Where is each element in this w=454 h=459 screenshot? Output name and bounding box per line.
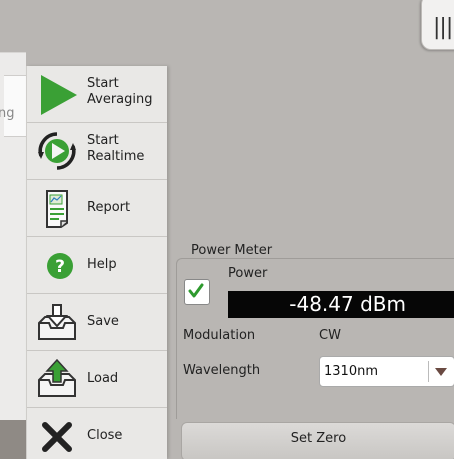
checkmark-icon bbox=[188, 283, 204, 298]
bars-icon: ||| bbox=[433, 15, 453, 40]
background-partial-text: ng bbox=[0, 106, 15, 121]
save-icon bbox=[38, 304, 76, 340]
menu-item-start-averaging[interactable]: Start Averaging bbox=[27, 66, 167, 123]
background-field: ng bbox=[0, 75, 26, 137]
menu-label-realtime: Realtime bbox=[87, 149, 145, 164]
menu-item-save[interactable]: Save bbox=[27, 294, 167, 351]
report-icon bbox=[46, 190, 68, 228]
power-readout: -48.47 dBm bbox=[228, 291, 454, 318]
menu-item-start-realtime[interactable]: Start Realtime bbox=[27, 123, 167, 180]
screen: ng ||| Start Averaging Start Realtime Re… bbox=[0, 0, 454, 459]
svg-text:?: ? bbox=[55, 257, 65, 277]
set-zero-button[interactable]: Set Zero bbox=[181, 422, 454, 459]
power-label: Power bbox=[228, 266, 268, 281]
menu-item-help[interactable]: ? Help bbox=[27, 237, 167, 294]
wavelength-label: Wavelength bbox=[183, 363, 261, 378]
menu-label-start: Start bbox=[87, 76, 119, 91]
select-divider bbox=[428, 361, 429, 382]
close-icon bbox=[42, 422, 72, 452]
menu-item-close[interactable]: Close bbox=[27, 408, 167, 459]
power-readout-value: -48.47 dBm bbox=[289, 292, 406, 316]
background-window: ng bbox=[0, 52, 26, 459]
background-footer bbox=[0, 420, 26, 459]
menu-label-load: Load bbox=[87, 371, 119, 386]
menu-label-start: Start bbox=[87, 133, 119, 148]
modulation-value: CW bbox=[319, 328, 341, 343]
realtime-icon bbox=[38, 132, 76, 170]
side-menu: Start Averaging Start Realtime Report ? … bbox=[26, 66, 167, 459]
menu-label-close: Close bbox=[87, 428, 123, 443]
power-enable-checkbox[interactable] bbox=[184, 279, 210, 305]
help-icon: ? bbox=[47, 253, 73, 279]
menu-label-help: Help bbox=[87, 257, 117, 272]
modulation-label: Modulation bbox=[183, 328, 256, 343]
power-meter-title: Power Meter bbox=[189, 243, 275, 258]
menu-label-save: Save bbox=[87, 314, 119, 329]
menu-item-report[interactable]: Report bbox=[27, 180, 167, 237]
wavelength-select[interactable]: 1310nm bbox=[319, 356, 454, 387]
menu-label-averaging: Averaging bbox=[87, 92, 153, 107]
play-icon bbox=[41, 75, 77, 115]
wavelength-select-value: 1310nm bbox=[324, 364, 378, 379]
side-panel-tab[interactable]: ||| bbox=[421, 0, 454, 50]
chevron-down-icon[interactable] bbox=[435, 368, 447, 376]
menu-item-load[interactable]: Load bbox=[27, 351, 167, 408]
menu-label-report: Report bbox=[87, 200, 131, 215]
load-icon bbox=[38, 358, 76, 397]
